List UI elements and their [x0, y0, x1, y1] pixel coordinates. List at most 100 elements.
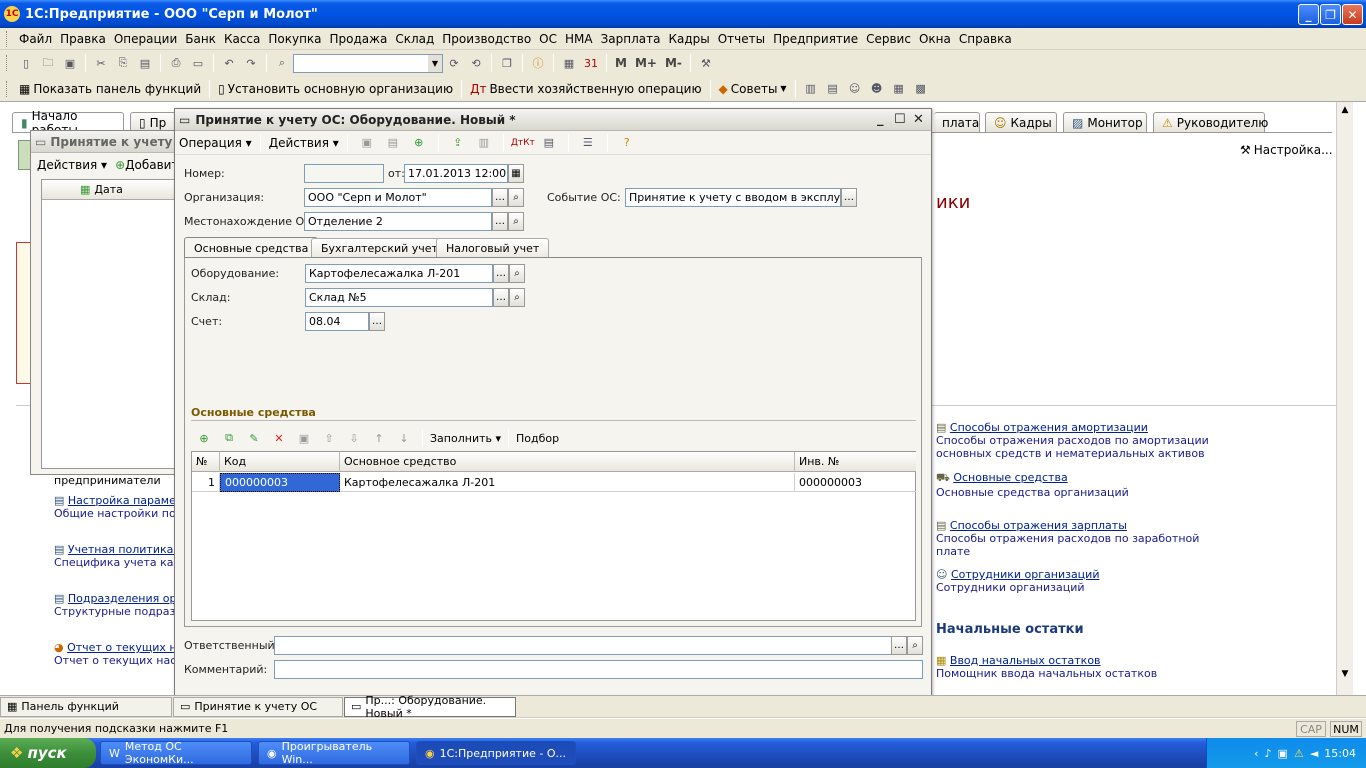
journal-icon[interactable]: ▤	[540, 134, 558, 152]
salary-methods-link[interactable]: Способы отражения зарплаты	[950, 519, 1127, 532]
enter-operation-button[interactable]: Дт Ввести хозяйственную операцию	[466, 82, 705, 96]
memory-minus-button[interactable]: M-	[661, 56, 686, 70]
org-search-icon[interactable]: ⌕	[508, 188, 524, 207]
dt-kt-icon[interactable]: ДтКт	[511, 134, 535, 152]
subdivisions-link[interactable]: Подразделения орг	[68, 592, 174, 605]
users-2-icon[interactable]: ☻	[868, 80, 886, 98]
menu-sale[interactable]: Продажа	[326, 32, 392, 46]
add-row-icon[interactable]: ⊕	[195, 429, 213, 447]
close-button[interactable]: ✕	[1342, 4, 1363, 25]
col-number-header[interactable]: №	[192, 452, 220, 472]
accounting-policy-link[interactable]: Учетная политика о	[68, 543, 174, 556]
menu-warehouse[interactable]: Склад	[391, 32, 438, 46]
help-icon[interactable]: ?	[618, 134, 636, 152]
taskbar-item-word[interactable]: W Метод ОС ЭкономКи...	[100, 740, 252, 766]
menu-reports[interactable]: Отчеты	[714, 32, 769, 46]
cell-code[interactable]: 000000003	[220, 473, 340, 492]
location-field[interactable]: Отделение 2	[304, 212, 492, 231]
print-icon[interactable]: ⎙	[167, 54, 185, 72]
menu-intangibles[interactable]: НМА	[561, 32, 597, 46]
menu-purchase[interactable]: Покупка	[264, 32, 325, 46]
sort-desc-icon[interactable]: ↓	[395, 429, 413, 447]
save-icon[interactable]: ▣	[61, 54, 79, 72]
paste-icon[interactable]: ▤	[136, 54, 154, 72]
fixed-assets-link[interactable]: Основные средства	[953, 471, 1067, 484]
scroll-down-icon[interactable]: ▼	[1337, 666, 1353, 682]
menu-fixed-assets[interactable]: ОС	[535, 32, 561, 46]
operation-menu[interactable]: Операция ▾	[179, 136, 252, 150]
menu-salary[interactable]: Зарплата	[597, 32, 665, 46]
calculator-icon[interactable]: ▦	[560, 54, 578, 72]
tab-boss[interactable]: ⚠ Руководителю	[1153, 112, 1268, 132]
move-down-icon[interactable]: ⇩	[345, 429, 363, 447]
new-doc-icon[interactable]: ▯	[17, 54, 35, 72]
menu-production[interactable]: Производство	[438, 32, 535, 46]
delete-row-icon[interactable]: ✕	[270, 429, 288, 447]
equipment-select-button[interactable]: …	[493, 264, 509, 283]
tray-clock[interactable]: 15:04	[1324, 747, 1356, 760]
menu-cash[interactable]: Касса	[220, 32, 264, 46]
minimize-button[interactable]: _	[1298, 4, 1319, 25]
location-search-icon[interactable]: ⌕	[508, 212, 524, 231]
search-combo[interactable]: ▼	[293, 53, 443, 73]
copy-row-icon[interactable]: ⧉	[220, 429, 238, 447]
copy-doc-icon[interactable]: ⊕	[410, 134, 428, 152]
tab-function-panel[interactable]: ▦ Панель функций	[0, 696, 172, 717]
fixed-assets-table[interactable]: № Код Основное средство Инв. № 1 0000000…	[191, 451, 916, 621]
fa-event-field[interactable]: Принятие к учету с вводом в эксплуатаци	[625, 188, 841, 207]
edit-row-icon[interactable]: ✎	[245, 429, 263, 447]
event-select-button[interactable]: …	[841, 188, 857, 207]
fill-button[interactable]: Заполнить ▾	[430, 432, 501, 445]
menu-enterprise[interactable]: Предприятие	[769, 32, 862, 46]
fa-list-actions-menu[interactable]: Действия ▾	[37, 158, 107, 172]
move-up-icon[interactable]: ⇧	[320, 429, 338, 447]
users-icon[interactable]: ☺	[846, 80, 864, 98]
fa-list-grid[interactable]: ▦ Дата	[41, 179, 177, 469]
report-2-icon[interactable]: ▩	[912, 80, 930, 98]
show-function-panel-button[interactable]: ▦ Показать панель функций	[15, 82, 205, 96]
find-next-icon[interactable]: ⟳	[445, 54, 463, 72]
tray-warning-icon[interactable]: ⚠	[1294, 747, 1304, 760]
preview-icon[interactable]: ▭	[189, 54, 207, 72]
equipment-search-icon[interactable]: ⌕	[509, 264, 525, 283]
post-icon[interactable]: ▤	[384, 134, 402, 152]
warehouse-search-icon[interactable]: ⌕	[509, 288, 525, 307]
tab-fa-doc[interactable]: ▭ Пр...: Оборудование. Новый *	[344, 694, 516, 720]
undo-icon[interactable]: ↶	[220, 54, 238, 72]
tray-network-icon[interactable]: ▣	[1278, 747, 1288, 760]
menu-bank[interactable]: Банк	[181, 32, 220, 46]
panel-scrollbar[interactable]: ▲ ▼	[1336, 102, 1353, 695]
doc-maximize-icon[interactable]: ☐	[894, 112, 906, 127]
fa-list-titlebar[interactable]: ▭ Принятие к учету О	[31, 131, 177, 153]
scroll-up-icon[interactable]: ▲	[1337, 102, 1353, 118]
tab-salary[interactable]: плата	[934, 112, 980, 132]
number-field[interactable]	[304, 164, 384, 183]
tab-monitor[interactable]: ▨ Монитор	[1063, 112, 1147, 132]
fa-list-add-button[interactable]: ⊕Добавить	[115, 158, 177, 172]
account-select-button[interactable]: …	[369, 312, 385, 331]
tab-tax[interactable]: Налоговый учет	[436, 238, 550, 258]
tab-kadry[interactable]: ☺ Кадры	[985, 112, 1057, 132]
responsible-select-button[interactable]: …	[891, 636, 907, 655]
structure-2-icon[interactable]: ▤	[824, 80, 842, 98]
col-code-header[interactable]: Код	[220, 452, 340, 472]
search-icon[interactable]: ⌕	[273, 54, 291, 72]
selection-button[interactable]: Подбор	[516, 432, 559, 445]
calendar-icon[interactable]: 31	[582, 54, 600, 72]
start-button[interactable]: ❖ пуск	[0, 738, 96, 768]
tab-fixed-assets[interactable]: Основные средства	[184, 237, 319, 258]
menu-file[interactable]: Файл	[15, 32, 56, 46]
menu-windows[interactable]: Окна	[915, 32, 955, 46]
cell-inv[interactable]: 000000003	[795, 473, 916, 492]
cell-asset[interactable]: Картофелесажалка Л-201	[340, 473, 795, 492]
warehouse-select-button[interactable]: …	[493, 288, 509, 307]
organization-field[interactable]: ООО "Серп и Молот"	[304, 188, 492, 207]
set-main-org-button[interactable]: ▯ Установить основную организацию	[214, 82, 457, 96]
doc-minimize-icon[interactable]: _	[877, 112, 884, 127]
date-field[interactable]: 17.01.2013 12:00:10	[404, 164, 508, 183]
panel-settings-button[interactable]: ⚒ Настройка...	[1240, 143, 1333, 157]
menu-edit[interactable]: Правка	[56, 32, 110, 46]
taskbar-item-1c[interactable]: ◉ 1С:Предприятие - О...	[416, 741, 576, 765]
tab-pr[interactable]: ▯ Пр	[130, 112, 176, 132]
chevron-down-icon[interactable]: ▼	[428, 54, 442, 72]
